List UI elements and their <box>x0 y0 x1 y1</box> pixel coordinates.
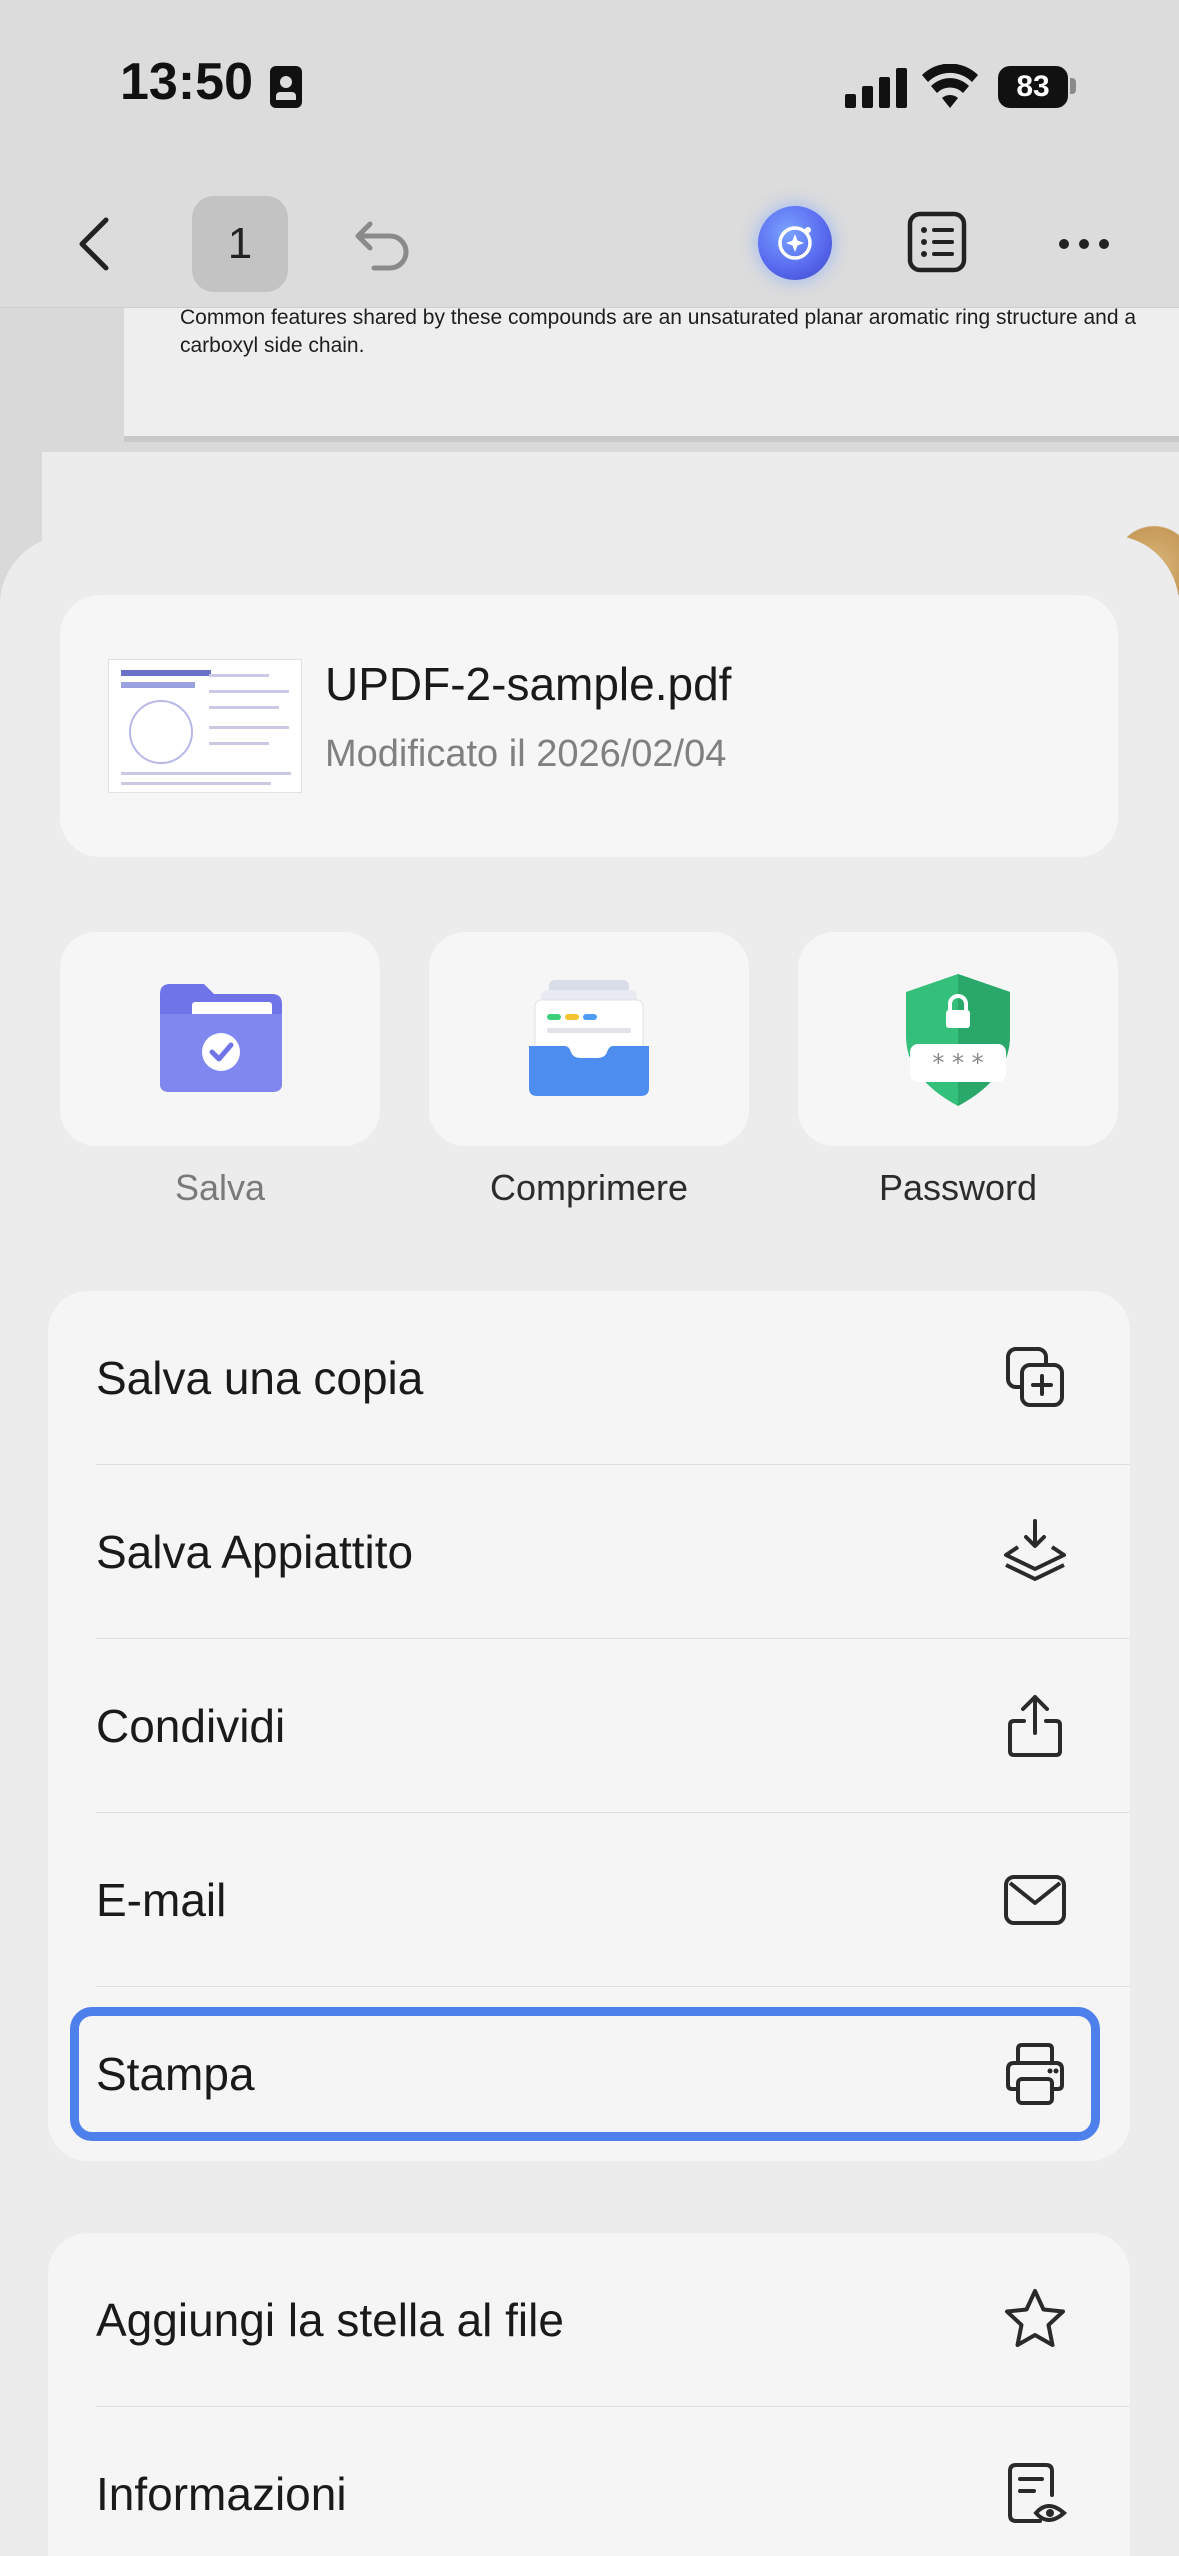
page-number-button[interactable]: 1 <box>192 196 288 292</box>
file-menu-group: Salva una copia Salva Appiattito Condivi… <box>48 1291 1130 2161</box>
file-thumbnail <box>108 659 302 793</box>
undo-icon[interactable] <box>350 214 416 274</box>
password-button[interactable]: * * * <box>798 932 1118 1146</box>
share-icon <box>1008 1695 1062 1757</box>
compress-button[interactable] <box>429 932 749 1146</box>
file-actions-sheet: UPDF-2-sample.pdf Modificato il 2026/02/… <box>0 535 1179 2556</box>
password-label: Password <box>878 1167 1038 1208</box>
mail-icon <box>1004 1875 1066 1925</box>
star-icon <box>1005 2289 1065 2347</box>
contact-card-icon <box>270 66 302 108</box>
battery-indicator: 83 <box>998 66 1068 108</box>
file-modified-date: Modificato il 2026/02/04 <box>325 733 727 775</box>
top-toolbar: 1 <box>0 170 1179 308</box>
menu-item-info[interactable]: Informazioni <box>48 2407 1130 2556</box>
outline-list-icon[interactable] <box>906 210 968 274</box>
file-info-icon <box>1008 2463 1068 2523</box>
file-tray-icon <box>529 980 649 1096</box>
menu-item-label: Salva Appiattito <box>96 1526 414 1578</box>
cellular-signal-icon <box>845 68 907 108</box>
menu-item-print[interactable]: Stampa <box>48 1987 1130 2161</box>
menu-item-label: Condividi <box>96 1700 286 1752</box>
status-bar: 13:50 83 <box>0 0 1179 170</box>
menu-item-label: Informazioni <box>96 2468 347 2520</box>
svg-text:* * *: * * * <box>932 1049 983 1077</box>
menu-item-label: Stampa <box>96 2048 255 2100</box>
menu-item-save-copy[interactable]: Salva una copia <box>48 1291 1130 1465</box>
menu-item-label: Salva una copia <box>96 1352 424 1404</box>
printer-icon <box>1006 2043 1064 2105</box>
status-time: 13:50 <box>120 53 253 111</box>
menu-item-email[interactable]: E-mail <box>48 1813 1130 1987</box>
menu-item-label: Aggiungi la stella al file <box>96 2294 564 2346</box>
document-page: Common features shared by these compound… <box>124 290 1179 442</box>
save-label: Salva <box>174 1167 266 1208</box>
document-text: Common features shared by these compound… <box>180 306 1137 357</box>
copy-plus-icon <box>1006 1347 1064 1407</box>
menu-item-share[interactable]: Condividi <box>48 1639 1130 1813</box>
layers-download-icon <box>1004 1519 1066 1581</box>
back-chevron-icon[interactable] <box>70 216 120 272</box>
file-info-card: UPDF-2-sample.pdf Modificato il 2026/02/… <box>60 595 1118 857</box>
more-icon[interactable] <box>1056 236 1112 252</box>
menu-item-star-file[interactable]: Aggiungi la stella al file <box>48 2233 1130 2407</box>
ai-assistant-button[interactable] <box>758 206 832 280</box>
save-button[interactable] <box>60 932 380 1146</box>
compress-label: Comprimere <box>489 1167 689 1208</box>
file-extra-menu-group: Aggiungi la stella al file Informazioni <box>48 2233 1130 2556</box>
battery-cap <box>1070 78 1076 94</box>
menu-item-save-flattened[interactable]: Salva Appiattito <box>48 1465 1130 1639</box>
folder-check-icon <box>160 984 282 1092</box>
file-name: UPDF-2-sample.pdf <box>325 658 732 710</box>
wifi-icon <box>922 64 978 108</box>
shield-lock-icon: * * * <box>906 974 1010 1106</box>
ai-sparkle-icon <box>778 226 812 260</box>
menu-item-label: E-mail <box>96 1874 227 1926</box>
